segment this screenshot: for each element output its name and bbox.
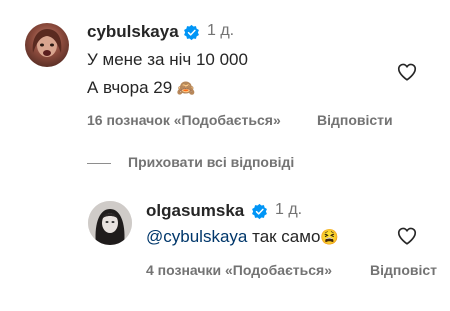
reply-likes-count[interactable]: 4 позначки «Подобається» (146, 262, 332, 278)
avatar-olgasumska[interactable] (88, 201, 132, 245)
comment-text-line1: У мене за ніч 10 000 (87, 50, 248, 69)
avatar-photo (88, 201, 132, 245)
reply-text: @cybulskaya так само😫 (146, 227, 339, 248)
comment-time: 1 д. (207, 22, 235, 39)
reply-mention-link[interactable]: @cybulskaya (146, 227, 247, 246)
hide-replies-divider (87, 163, 111, 164)
verified-badge-icon (184, 24, 199, 41)
heart-outline-icon[interactable] (396, 225, 418, 247)
reply-username[interactable]: olgasumska (146, 201, 244, 221)
reply-time: 1 д. (275, 201, 303, 218)
comment-text-line2-words: А вчора 29 (87, 78, 173, 97)
avatar-cybulskaya[interactable] (25, 23, 69, 67)
heart-outline-icon[interactable] (396, 61, 418, 83)
reply-text-words: так само (252, 227, 321, 246)
see-no-evil-monkey-emoji: 🙈 (176, 80, 196, 97)
comment-reply-button[interactable]: Відповісти (317, 112, 393, 128)
tired-face-emoji: 😫 (320, 229, 340, 246)
verified-badge-icon (252, 203, 267, 220)
hide-replies-button[interactable]: Приховати всі відповіді (128, 154, 294, 170)
comment-text-line2: А вчора 29 🙈 (87, 78, 196, 99)
comment-likes-count[interactable]: 16 позначок «Подобається» (87, 112, 281, 128)
comment-username[interactable]: cybulskaya (87, 22, 179, 42)
reply-reply-button[interactable]: Відповіст (370, 262, 437, 278)
avatar-photo (32, 29, 62, 57)
